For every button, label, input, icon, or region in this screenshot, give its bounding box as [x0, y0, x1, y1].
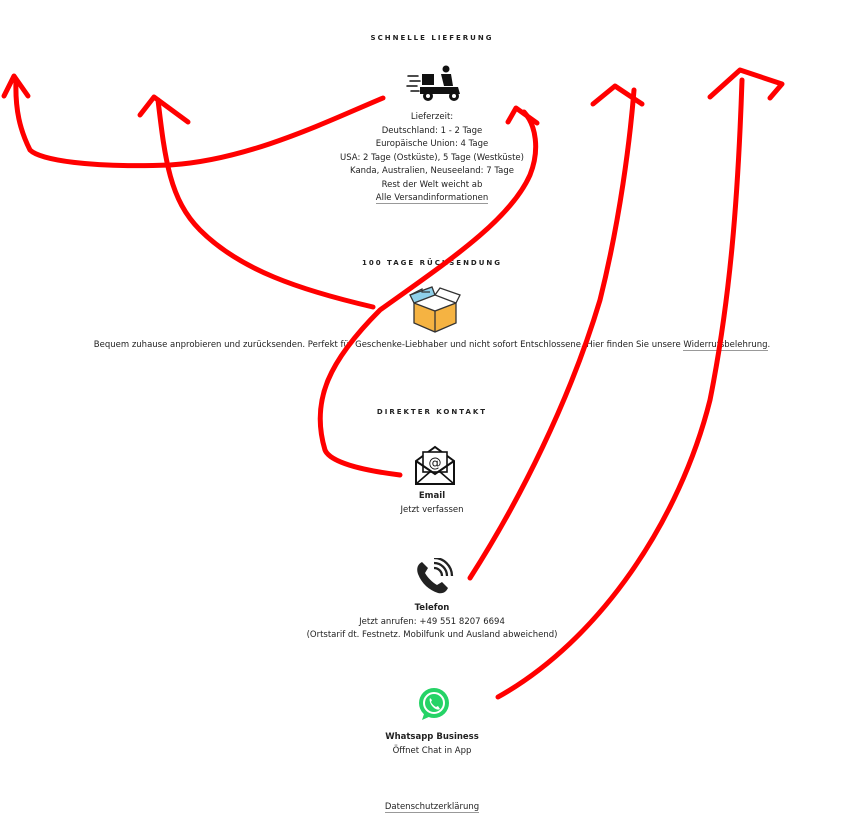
email-title[interactable]: Email	[0, 490, 864, 504]
returns-heading: 100 TAGE RÜCKSENDUNG	[361, 259, 503, 267]
annotation-arrow	[590, 83, 645, 107]
returns-text: Bequem zuhause anprobieren und zurücksen…	[93, 340, 771, 351]
phone-icon[interactable]	[414, 558, 454, 596]
whatsapp-contact[interactable]: Whatsapp Business Öffnet Chat in App	[0, 731, 864, 758]
svg-text:@: @	[429, 456, 442, 471]
withdrawal-policy-link[interactable]: Widerrufsbelehrung	[683, 340, 768, 351]
email-contact[interactable]: Email Jetzt verfassen	[0, 490, 864, 517]
email-subtitle[interactable]: Jetzt verfassen	[0, 504, 864, 518]
delivery-line: Europäische Union: 4 Tage	[375, 139, 489, 149]
contact-section: DIREKTER KONTAKT	[0, 408, 864, 416]
delivery-line: Kanda, Australien, Neuseeland: 7 Tage	[350, 166, 514, 176]
phone-contact[interactable]: Telefon Jetzt anrufen: +49 551 8207 6694…	[0, 602, 864, 643]
whatsapp-icon[interactable]	[416, 686, 452, 722]
delivery-section: SCHNELLE LIEFERUNG	[0, 34, 864, 42]
whatsapp-title[interactable]: Whatsapp Business	[0, 731, 864, 745]
phone-note: (Ortstarif dt. Festnetz. Mobilfunk und A…	[306, 630, 558, 640]
phone-title[interactable]: Telefon	[0, 602, 864, 616]
phone-number[interactable]: Jetzt anrufen: +49 551 8207 6694	[0, 616, 864, 630]
scooter-delivery-icon	[406, 65, 460, 101]
privacy-link[interactable]: Datenschutzerklärung	[384, 802, 480, 813]
envelope-icon[interactable]: @	[414, 444, 456, 486]
shipping-info-link[interactable]: Alle Versandinformationen	[375, 193, 489, 204]
whatsapp-subtitle[interactable]: Öffnet Chat in App	[0, 745, 864, 759]
returns-text-block: Bequem zuhause anprobieren und zurücksen…	[0, 339, 864, 353]
annotation-arrow	[707, 67, 785, 101]
contact-heading: DIREKTER KONTAKT	[376, 408, 488, 416]
return-box-icon	[409, 286, 461, 333]
delivery-details: Lieferzeit: Deutschland: 1 - 2 Tage Euro…	[0, 111, 864, 206]
delivery-line: Rest der Welt weicht ab	[381, 179, 483, 190]
delivery-line: USA: 2 Tage (Ostküste), 5 Tage (Westküst…	[340, 152, 524, 163]
footer: Datenschutzerklärung	[0, 801, 864, 815]
annotation-arrow	[1, 73, 31, 99]
returns-section: 100 TAGE RÜCKSENDUNG	[0, 259, 864, 267]
delivery-heading: SCHNELLE LIEFERUNG	[370, 34, 494, 42]
delivery-line: Lieferzeit:	[410, 112, 454, 122]
delivery-line: Deutschland: 1 - 2 Tage	[381, 125, 483, 136]
